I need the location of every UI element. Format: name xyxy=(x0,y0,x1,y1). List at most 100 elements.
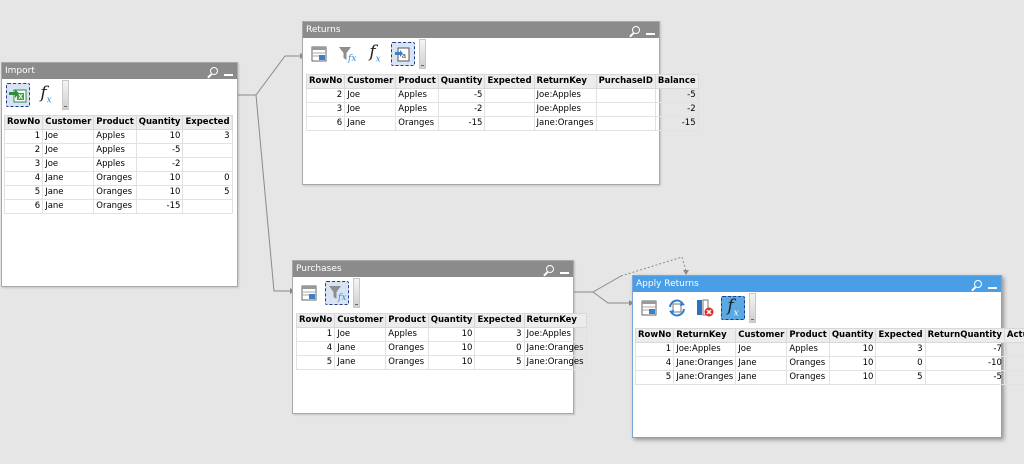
table-cell xyxy=(595,88,656,103)
minimize-icon[interactable] xyxy=(560,271,569,274)
table-cell: Apples xyxy=(786,342,830,357)
apply-returns-titlebar[interactable]: Apply Returns xyxy=(633,276,1001,292)
minimize-icon[interactable] xyxy=(224,73,233,76)
table-cell: 0 xyxy=(182,171,233,186)
table-row[interactable]: 5 Jane Oranges 10 5 xyxy=(3,185,233,200)
column-header[interactable]: ReturnKey xyxy=(673,328,737,343)
purchases-titlebar[interactable]: Purchases xyxy=(293,261,573,277)
table-cell: 1 xyxy=(634,342,675,357)
returns-panel[interactable]: Returns fx fx a RowNo Customer Product Q… xyxy=(302,21,699,185)
column-header[interactable]: Product xyxy=(93,115,137,130)
column-header[interactable]: Customer xyxy=(334,313,387,328)
column-header[interactable]: Customer xyxy=(42,115,95,130)
column-header[interactable]: Product xyxy=(786,328,830,343)
table-row[interactable]: 3 Joe Apples -2 xyxy=(3,157,233,172)
minimize-icon[interactable] xyxy=(988,286,997,289)
table-cell: -5 xyxy=(437,88,486,103)
column-header[interactable]: Product xyxy=(385,313,429,328)
table-cell: 4 xyxy=(295,341,336,356)
column-header[interactable]: RowNo xyxy=(305,74,346,89)
table-cell: Oranges xyxy=(93,199,137,214)
table-row[interactable]: 4 Jane Oranges 10 0 Jane:Oranges xyxy=(295,341,587,356)
column-header[interactable]: Expected xyxy=(484,74,535,89)
toolbar-overflow[interactable] xyxy=(62,80,69,110)
search-icon[interactable] xyxy=(546,265,554,273)
import-titlebar[interactable]: Import xyxy=(2,63,237,79)
apply-returns-panel[interactable]: Apply Returns fx RowNo ReturnKey Custome… xyxy=(632,275,1024,438)
table-cell: 10 xyxy=(427,327,476,342)
column-header[interactable]: Quantity xyxy=(135,115,184,130)
import-excel-icon[interactable]: X xyxy=(6,83,30,107)
output-icon[interactable]: a xyxy=(391,42,415,66)
table-cell: 10 xyxy=(135,129,184,144)
column-header[interactable]: RowNo xyxy=(634,328,675,343)
table-row[interactable]: 4 Jane Oranges 10 0 xyxy=(3,171,233,186)
table-row[interactable]: 6 Jane Oranges -15 Jane:Oranges -15 xyxy=(305,116,699,131)
returns-titlebar[interactable]: Returns xyxy=(303,22,659,38)
search-icon[interactable] xyxy=(974,280,982,288)
table-cell: 10 xyxy=(828,370,877,385)
table-cell: 5 xyxy=(295,355,336,370)
column-header[interactable]: Customer xyxy=(344,74,397,89)
formula-icon[interactable]: fx xyxy=(34,83,58,107)
column-header[interactable]: PurchaseID xyxy=(595,74,656,89)
column-header[interactable]: Quantity xyxy=(427,313,476,328)
formula-icon[interactable]: fx xyxy=(363,42,387,66)
filter-formula-icon[interactable]: fx xyxy=(335,42,359,66)
table-cell: Jane:Oranges xyxy=(523,341,587,356)
column-header[interactable]: Product xyxy=(395,74,439,89)
table-cell: 0 xyxy=(1003,356,1024,371)
column-header[interactable]: ReturnKey xyxy=(533,74,597,89)
formula-icon[interactable]: fx xyxy=(721,296,745,320)
table-row[interactable]: 2 Joe Apples -5 xyxy=(3,143,233,158)
column-header[interactable]: Customer xyxy=(735,328,788,343)
column-header[interactable]: ReturnQuantity xyxy=(924,328,1005,343)
table-row[interactable]: 6 Jane Oranges -15 xyxy=(3,199,233,214)
table-row[interactable]: 5 Jane Oranges 10 5 Jane:Oranges xyxy=(295,355,587,370)
column-header[interactable]: Expected xyxy=(474,313,525,328)
table-icon[interactable] xyxy=(637,296,661,320)
column-header[interactable]: Quantity xyxy=(437,74,486,89)
column-header[interactable]: RowNo xyxy=(295,313,336,328)
table-icon[interactable] xyxy=(307,42,331,66)
table-cell: -15 xyxy=(437,116,486,131)
table-cell: 0 xyxy=(474,341,525,356)
table-row[interactable]: 1Joe:ApplesJoeApples103-73 xyxy=(634,342,1024,357)
table-cell xyxy=(182,143,233,158)
table-cell: 0 xyxy=(875,356,926,371)
import-panel[interactable]: Import X fx RowNo Customer Product Quantity… xyxy=(1,62,238,287)
table-row[interactable]: 4Jane:OrangesJaneOranges100-100 xyxy=(634,356,1024,371)
table-row[interactable]: 1 Joe Apples 10 3 Joe:Apples xyxy=(295,327,587,342)
table-cell: Jane xyxy=(42,171,95,186)
import-table: RowNo Customer Product Quantity Expected 1 Joe… xyxy=(3,115,233,214)
column-header[interactable]: Quantity xyxy=(828,328,877,343)
column-header[interactable]: RowNo xyxy=(3,115,44,130)
table-cell: -5 xyxy=(654,88,699,103)
column-header[interactable]: Expected xyxy=(875,328,926,343)
toolbar-overflow[interactable] xyxy=(749,293,756,323)
table-icon[interactable] xyxy=(297,281,321,305)
table-cell: 10 xyxy=(828,356,877,371)
column-header[interactable]: ReturnKey xyxy=(523,313,587,328)
table-cell: Jane:Oranges xyxy=(673,370,737,385)
column-header[interactable]: Balance xyxy=(654,74,699,89)
table-row[interactable]: 5Jane:OrangesJaneOranges105-55 xyxy=(634,370,1024,385)
purchases-panel[interactable]: Purchases fx RowNo Customer Product Quantit… xyxy=(292,260,587,414)
column-header[interactable]: Expected xyxy=(182,115,233,130)
table-cell: -10 xyxy=(924,356,1005,371)
refresh-icon[interactable] xyxy=(665,296,689,320)
column-header[interactable]: Actual xyxy=(1003,328,1024,343)
minimize-icon[interactable] xyxy=(646,32,655,35)
table-cell xyxy=(182,199,233,214)
table-row[interactable]: 3 Joe Apples -2 Joe:Apples -2 xyxy=(305,102,699,117)
search-icon[interactable] xyxy=(632,26,640,34)
table-row[interactable]: 1 Joe Apples 10 3 xyxy=(3,129,233,144)
table-row[interactable]: 2 Joe Apples -5 Joe:Apples -5 xyxy=(305,88,699,103)
search-icon[interactable] xyxy=(210,67,218,75)
filter-formula-icon[interactable]: fx xyxy=(325,281,349,305)
toolbar-overflow[interactable] xyxy=(353,278,360,308)
toolbar-overflow[interactable] xyxy=(419,39,426,69)
table-cell: 3 xyxy=(182,129,233,144)
table-cell: -2 xyxy=(654,102,699,117)
delete-column-icon[interactable] xyxy=(693,296,717,320)
